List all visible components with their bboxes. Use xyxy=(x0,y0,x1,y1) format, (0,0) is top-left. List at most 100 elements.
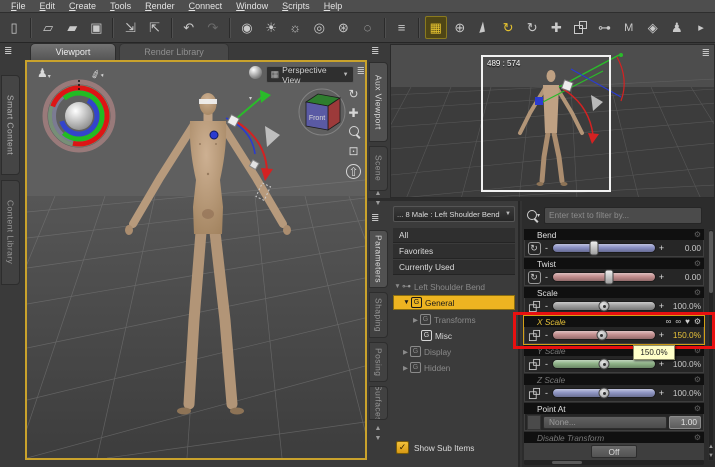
active-pose-tool-icon[interactable]: ↻ xyxy=(497,16,519,39)
tab-aux-viewport[interactable]: Aux Viewport xyxy=(369,62,388,142)
aux-viewport[interactable]: 489 : 574 ≣ xyxy=(390,44,715,198)
undo-icon[interactable]: ↶ xyxy=(178,16,200,39)
x-scale-value[interactable]: 150.0% xyxy=(667,330,701,340)
gear-icon[interactable]: ⚙ xyxy=(694,259,701,269)
toolbar-overflow-icon[interactable]: ▸ xyxy=(690,16,712,39)
unlink-icon[interactable]: ∞ xyxy=(675,317,681,327)
tab-parameters[interactable]: Parameters xyxy=(369,230,388,288)
powerpose-icon[interactable]: ▦ xyxy=(424,16,447,39)
z-scale-slider[interactable] xyxy=(552,387,656,399)
nudge-plus-button[interactable]: + xyxy=(658,330,665,340)
joint-editor-tool-icon[interactable]: ⊶ xyxy=(593,16,615,39)
node-selector-dropdown[interactable]: ... 8 Male : Left Shoulder Bend ▼ xyxy=(393,206,515,222)
tab-scroll-up-icon[interactable]: ▲ xyxy=(371,424,385,433)
y-scale-slider[interactable] xyxy=(552,358,656,370)
vertical-scrollbar[interactable] xyxy=(708,229,714,461)
frame-icon[interactable]: ⊡ xyxy=(348,145,358,157)
scale-tool-icon[interactable] xyxy=(569,16,591,39)
tree-item-transforms[interactable]: ▶ G Transforms xyxy=(393,312,515,327)
export-icon[interactable]: ⇱ xyxy=(144,16,166,39)
menu-window[interactable]: Window xyxy=(229,0,275,12)
tab-render-library[interactable]: Render Library xyxy=(119,43,229,60)
expand-arrow-icon[interactable]: ▼ xyxy=(393,283,402,290)
node-selection-tool-icon[interactable] xyxy=(473,16,495,39)
home-icon[interactable]: ⇧ xyxy=(346,164,361,179)
view-selector-dropdown[interactable]: ▦ Perspective View ▼ xyxy=(265,65,354,85)
slider-thumb[interactable] xyxy=(598,358,610,370)
menu-file[interactable]: File xyxy=(4,0,33,12)
aim-at-icon[interactable]: ⊕ xyxy=(449,16,471,39)
menu-render[interactable]: Render xyxy=(138,0,182,12)
pane-menu-icon[interactable]: ≣ xyxy=(4,46,12,57)
nudge-plus-button[interactable]: + xyxy=(658,272,665,282)
gear-icon[interactable]: ⚙ xyxy=(694,404,701,414)
menu-connect[interactable]: Connect xyxy=(182,0,230,12)
open-recent-icon[interactable]: ▰ xyxy=(61,16,83,39)
viewport-pane-menu-icon[interactable]: ≣ xyxy=(357,66,365,77)
gear-icon[interactable]: ⚙ xyxy=(694,346,701,356)
nudge-minus-button[interactable]: - xyxy=(543,272,550,282)
tree-item-display[interactable]: ▶ G Display xyxy=(393,344,515,359)
nudge-minus-button[interactable]: - xyxy=(543,330,550,340)
zoom-icon[interactable] xyxy=(348,126,359,138)
scrollbar-thumb[interactable] xyxy=(709,231,713,293)
save-file-icon[interactable]: ▣ xyxy=(85,16,107,39)
scene-list-icon[interactable]: ≡ xyxy=(391,16,413,39)
nudge-minus-button[interactable]: - xyxy=(543,388,550,398)
collapse-arrow-icon[interactable]: ▶ xyxy=(411,316,420,324)
filter-input[interactable] xyxy=(544,206,703,224)
list-item-currently-used[interactable]: Currently Used xyxy=(393,260,515,275)
create-linear-point-light-icon[interactable]: ◎ xyxy=(308,16,330,39)
open-file-icon[interactable]: ▱ xyxy=(37,16,59,39)
drawstyle-sphere-icon[interactable]: ▾ xyxy=(249,66,263,102)
point-at-target-button[interactable]: None... xyxy=(543,415,667,429)
rotate-tool-icon[interactable]: ↻ xyxy=(521,16,543,39)
tab-surfaces[interactable]: Surfaces xyxy=(369,386,388,420)
slider-thumb[interactable] xyxy=(589,240,599,256)
slider-thumb[interactable] xyxy=(596,329,608,341)
tree-item-hidden[interactable]: ▶ G Hidden xyxy=(393,360,515,375)
list-item-favorites[interactable]: Favorites xyxy=(393,244,515,259)
create-spotlight-icon[interactable]: ⊛ xyxy=(332,16,354,39)
params-pane-menu-icon[interactable]: ≣ xyxy=(371,213,379,224)
menu-edit[interactable]: Edit xyxy=(33,0,63,12)
nudge-minus-button[interactable]: - xyxy=(543,301,550,311)
collapse-arrow-icon[interactable]: ▶ xyxy=(401,348,410,356)
gear-icon[interactable]: ⚙ xyxy=(694,230,701,240)
aux-options-menu-icon[interactable]: ≣ xyxy=(702,48,710,59)
show-sub-items-checkbox[interactable]: ✓ xyxy=(396,441,409,454)
tab-shaping[interactable]: Shaping xyxy=(369,292,388,338)
tab-smart-content[interactable]: Smart Content xyxy=(1,75,20,175)
import-icon[interactable]: ⇲ xyxy=(119,16,141,39)
figure-setup-tool-icon[interactable]: ♟ xyxy=(666,16,688,39)
orientation-trackball[interactable] xyxy=(39,76,119,156)
create-distant-light-icon[interactable]: ☀ xyxy=(260,16,282,39)
tab-content-library[interactable]: Content Library xyxy=(1,180,20,285)
tab-scene[interactable]: Scene xyxy=(369,146,388,191)
pan-icon[interactable]: ✚ xyxy=(348,107,358,119)
twist-slider[interactable] xyxy=(552,269,656,285)
slider-thumb[interactable] xyxy=(604,269,614,285)
scale-slider[interactable] xyxy=(552,300,656,312)
create-camera-icon[interactable]: ◉ xyxy=(236,16,258,39)
tree-item-misc[interactable]: G Misc xyxy=(393,328,515,343)
tab-posing[interactable]: Posing xyxy=(369,342,388,382)
z-scale-value[interactable]: 100.0% xyxy=(667,388,701,398)
filter-search-icon[interactable]: ▾ xyxy=(527,210,540,220)
scale-value[interactable]: 100.0% xyxy=(667,301,701,311)
heart-favorite-icon[interactable]: ♥ xyxy=(685,317,690,327)
tree-item-general[interactable]: ▼ G General xyxy=(393,295,515,310)
scrollbar-thumb[interactable] xyxy=(552,461,582,464)
slider-thumb[interactable] xyxy=(598,300,610,312)
expand-arrow-icon[interactable]: ▼ xyxy=(402,299,411,306)
tree-item-left-shoulder-bend[interactable]: ▼ ⊶ Left Shoulder Bend xyxy=(393,279,515,294)
y-scale-value[interactable]: 100.0% xyxy=(667,359,701,369)
gear-icon[interactable]: ⚙ xyxy=(694,288,701,298)
twist-value[interactable]: 0.00 xyxy=(667,272,701,282)
geometry-editor-tool-icon[interactable]: ◈ xyxy=(642,16,664,39)
nudge-plus-button[interactable]: + xyxy=(658,359,665,369)
gear-icon[interactable]: ⚙ xyxy=(694,317,701,327)
scroll-down-icon[interactable]: ▼ xyxy=(707,452,715,460)
list-item-all[interactable]: All xyxy=(393,228,515,243)
translate-tool-icon[interactable]: ✚ xyxy=(545,16,567,39)
